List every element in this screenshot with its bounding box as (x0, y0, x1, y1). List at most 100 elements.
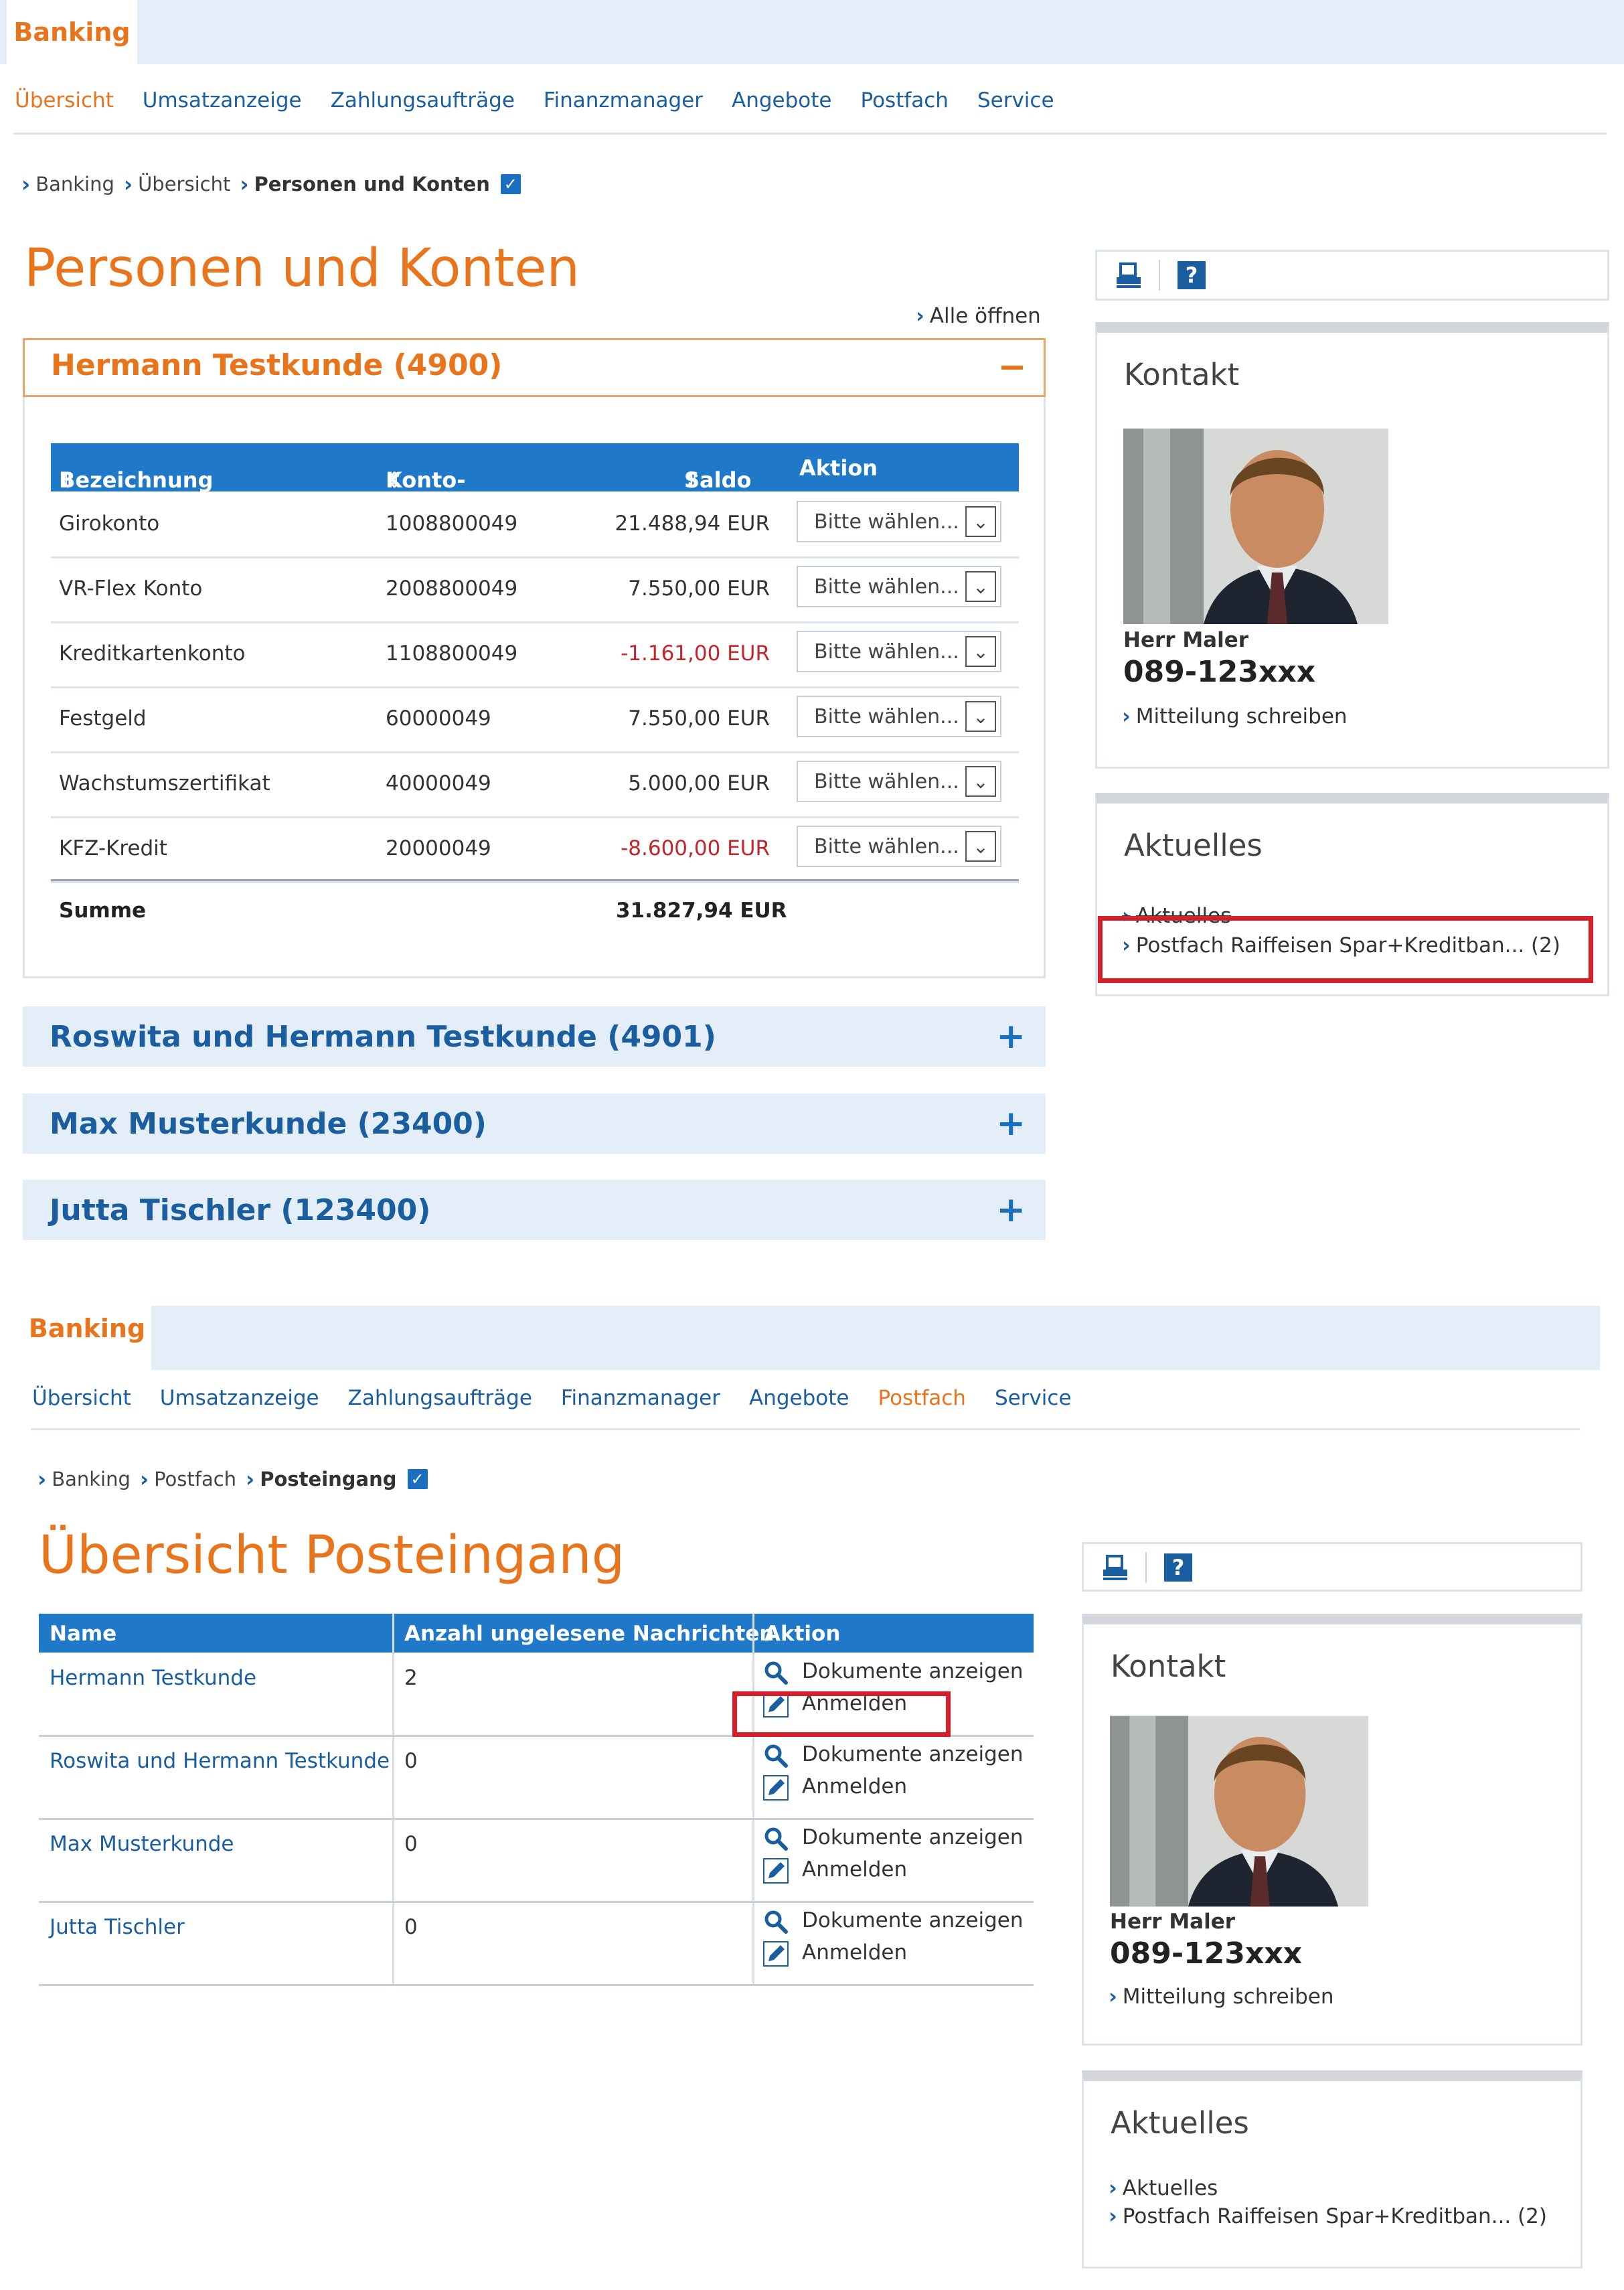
nav-umsatzanzeige[interactable]: Umsatzanzeige (160, 1386, 319, 1410)
table-row: Roswita und Hermann Testkunde 0 Dokumente … (39, 1736, 1034, 1820)
nav-angebote[interactable]: Angebote (732, 88, 831, 112)
print-icon[interactable] (1101, 1553, 1129, 1582)
help-icon[interactable]: ? (1164, 1553, 1192, 1582)
nav-finanzmanager[interactable]: Finanzmanager (544, 88, 703, 112)
login-link[interactable]: Anmelden (763, 1940, 907, 1967)
nav-uebersicht[interactable]: Übersicht (15, 88, 114, 112)
account-number: 2008800049 (386, 577, 518, 601)
show-documents-link[interactable]: Dokumente anzeigen (763, 1659, 1023, 1685)
magnifier-icon (764, 1910, 788, 1934)
show-documents-link[interactable]: Dokumente anzeigen (763, 1908, 1023, 1934)
breadcrumb-uebersicht[interactable]: Übersicht (138, 173, 230, 196)
tab-banking[interactable]: Banking (24, 1296, 150, 1361)
sort-icon[interactable]: ⇕ (386, 467, 404, 493)
breadcrumb-banking[interactable]: Banking (52, 1468, 131, 1491)
advisor-name: Herr Maler (1123, 628, 1249, 652)
chevron-right-icon: › (37, 1466, 47, 1492)
news-link-aktuelles[interactable]: › Aktuelles (1109, 2176, 1218, 2200)
nav-finanzmanager[interactable]: Finanzmanager (561, 1386, 720, 1410)
breadcrumb-postfach[interactable]: Postfach (154, 1468, 236, 1491)
action-select[interactable]: Bitte wählen... ⌄ (797, 826, 1001, 867)
action-select[interactable]: Bitte wählen... ⌄ (797, 566, 1001, 607)
login-link[interactable]: Anmelden (763, 1857, 907, 1884)
chevron-right-icon: › (1109, 1985, 1117, 2009)
toolbox: ? (1095, 250, 1609, 301)
chevron-right-icon: › (916, 304, 924, 328)
nav-zahlungsauftraege[interactable]: Zahlungsaufträge (348, 1386, 532, 1410)
advisor-phone: 089-123xxx (1123, 655, 1316, 689)
accordion-max-musterkunde[interactable]: Max Musterkunde (23400) + (23, 1093, 1046, 1154)
highlight-frame (732, 1691, 951, 1737)
chevron-right-icon: › (1122, 704, 1131, 729)
unread-count: 0 (404, 1749, 418, 1773)
print-icon[interactable] (1115, 261, 1143, 289)
nav-angebote[interactable]: Angebote (749, 1386, 849, 1410)
accordion-title: Jutta Tischler (123400) (50, 1193, 431, 1227)
accordion-jutta-tischler[interactable]: Jutta Tischler (123400) + (23, 1180, 1046, 1240)
account-name: VR-Flex Konto (59, 577, 203, 601)
breadcrumb-banking[interactable]: Banking (35, 173, 114, 196)
expand-icon[interactable]: + (996, 1016, 1026, 1057)
checkbox-dropdown-icon[interactable]: ✓ (500, 174, 521, 194)
toolbar-divider (1145, 1552, 1147, 1583)
table-row: VR-Flex Konto 2008800049 7.550,00 EUR Bitte… (51, 556, 1019, 623)
open-all-link[interactable]: › Alle öffnen (916, 304, 1041, 328)
login-label: Anmelden (802, 1940, 908, 1965)
nav-umsatzanzeige[interactable]: Umsatzanzeige (143, 88, 302, 112)
news-link-postfach[interactable]: › Postfach Raiffeisen Spar+Kreditban... (… (1109, 2204, 1547, 2228)
action-select[interactable]: Bitte wählen... ⌄ (797, 696, 1001, 737)
action-select-value: Bitte wählen... (814, 510, 959, 534)
chevron-down-icon[interactable]: ⌄ (965, 571, 996, 602)
action-select[interactable]: Bitte wählen... ⌄ (797, 501, 1001, 542)
chevron-down-icon[interactable]: ⌄ (965, 831, 996, 862)
advisor-photo (1110, 1715, 1368, 1907)
action-select[interactable]: Bitte wählen... ⌄ (797, 631, 1001, 672)
account-name: Wachstumszertifikat (59, 771, 270, 795)
chevron-down-icon[interactable]: ⌄ (965, 636, 996, 667)
write-message-link[interactable]: › Mitteilung schreiben (1109, 1985, 1334, 2009)
mailbox-name-link[interactable]: Jutta Tischler (50, 1915, 185, 1939)
chevron-down-icon[interactable]: ⌄ (965, 506, 996, 537)
nav-postfach[interactable]: Postfach (878, 1386, 965, 1410)
nav-uebersicht[interactable]: Übersicht (32, 1386, 131, 1410)
inbox-table-header: Name Anzahl ungelesene Nachrichten Aktio… (39, 1614, 1034, 1653)
unread-count: 0 (404, 1832, 418, 1856)
col-aktion: Aktion (764, 1622, 841, 1646)
sort-icon[interactable]: ⇕ (59, 467, 77, 493)
write-message-label: Mitteilung schreiben (1135, 704, 1348, 729)
accordion-roswita-hermann[interactable]: Roswita und Hermann Testkunde (4901) + (23, 1006, 1046, 1067)
sum-label: Summe (59, 899, 147, 923)
action-select[interactable]: Bitte wählen... ⌄ (797, 761, 1001, 802)
chevron-down-icon[interactable]: ⌄ (965, 701, 996, 732)
action-select-value: Bitte wählen... (814, 835, 959, 858)
account-number: 40000049 (386, 771, 491, 795)
checkbox-dropdown-icon[interactable]: ✓ (407, 1469, 428, 1489)
table-row: Jutta Tischler 0 Dokumente anzeigen Anmelde… (39, 1902, 1034, 1986)
tab-banking[interactable]: Banking (7, 0, 137, 64)
mailbox-name-link[interactable]: Hermann Testkunde (50, 1666, 256, 1690)
chevron-down-icon[interactable]: ⌄ (965, 766, 996, 797)
accordion-title: Max Musterkunde (23400) (50, 1106, 487, 1141)
unread-count: 2 (404, 1666, 418, 1690)
nav-service[interactable]: Service (995, 1386, 1072, 1410)
login-label: Anmelden (802, 1857, 908, 1882)
toolbox: ? (1082, 1542, 1582, 1592)
sort-icon[interactable]: ⇕ (684, 467, 702, 493)
mailbox-name-link[interactable]: Roswita und Hermann Testkunde (50, 1749, 390, 1773)
expand-icon[interactable]: + (996, 1103, 1026, 1144)
advisor-name: Herr Maler (1110, 1910, 1236, 1934)
show-documents-link[interactable]: Dokumente anzeigen (763, 1742, 1023, 1768)
help-icon[interactable]: ? (1178, 261, 1206, 289)
nav-zahlungsauftraege[interactable]: Zahlungsaufträge (331, 88, 515, 112)
nav-postfach[interactable]: Postfach (860, 88, 948, 112)
show-documents-link[interactable]: Dokumente anzeigen (763, 1825, 1023, 1851)
nav-service[interactable]: Service (977, 88, 1054, 112)
collapse-icon[interactable] (1001, 366, 1023, 370)
action-select-value: Bitte wählen... (814, 575, 959, 599)
toolbar-divider (1159, 260, 1160, 291)
write-message-link[interactable]: › Mitteilung schreiben (1122, 704, 1348, 729)
login-link[interactable]: Anmelden (763, 1774, 907, 1801)
mailbox-name-link[interactable]: Max Musterkunde (50, 1832, 234, 1856)
expand-icon[interactable]: + (996, 1190, 1026, 1230)
news-link-label: Postfach Raiffeisen Spar+Kreditban... (2… (1122, 2204, 1547, 2228)
